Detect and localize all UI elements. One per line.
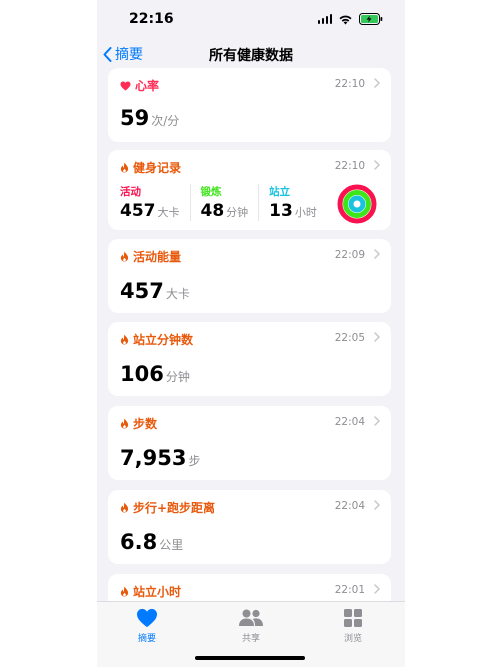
chevron-right-icon — [374, 249, 380, 259]
move-label: 活动 — [120, 186, 141, 198]
people-icon — [239, 609, 263, 626]
flame-icon — [120, 418, 129, 429]
card-header: 站立小时 — [120, 583, 181, 600]
cellular-signal-icon — [317, 14, 332, 24]
card-value: 457 大卡 — [120, 279, 190, 303]
card-header: 步数 — [120, 415, 157, 432]
move-stat: 活动 457 大卡 — [120, 184, 191, 221]
chevron-right-icon — [374, 500, 380, 510]
card-title: 站立小时 — [133, 585, 182, 599]
value-number: 48 — [200, 201, 225, 221]
card-time: 22:01 — [334, 584, 365, 596]
card-title: 心率 — [135, 79, 160, 93]
chevron-right-icon — [374, 416, 380, 426]
chevron-right-icon — [374, 160, 380, 170]
card-time: 22:09 — [334, 249, 365, 261]
flame-icon — [120, 162, 129, 173]
value-number: 457 — [120, 201, 156, 221]
tab-label: 共享 — [241, 634, 260, 644]
value-unit: 步 — [188, 454, 201, 468]
card-value: 106 分钟 — [120, 362, 190, 386]
activity-rings-card[interactable]: 健身记录 22:10 活动 457 大卡 锻炼 48 分钟 站立 13 小时 — [108, 150, 391, 230]
heart-icon — [120, 80, 131, 91]
tab-label: 摘要 — [137, 634, 156, 644]
flame-icon — [120, 586, 129, 597]
exercise-label: 锻炼 — [200, 186, 222, 198]
card-header: 站立分钟数 — [120, 331, 193, 348]
tab-summary[interactable]: 摘要 — [117, 608, 177, 644]
card-time: 22:04 — [334, 500, 365, 512]
home-indicator[interactable] — [195, 656, 305, 660]
card-title: 活动能量 — [133, 250, 182, 264]
flame-icon — [120, 502, 129, 513]
card-title: 站立分钟数 — [133, 333, 194, 347]
activity-rings-icon — [337, 184, 377, 224]
card-value: 6.8 公里 — [120, 530, 183, 554]
heart-rate-card[interactable]: 心率 22:10 59 次/分 — [108, 68, 391, 142]
card-header: 活动能量 — [120, 248, 181, 265]
walking-running-distance-card[interactable]: 步行+跑步距离 22:04 6.8 公里 — [108, 490, 391, 564]
active-energy-card[interactable]: 活动能量 22:09 457 大卡 — [108, 239, 391, 313]
card-title: 健身记录 — [133, 161, 182, 175]
value-number: 457 — [120, 279, 164, 303]
card-time: 22:10 — [334, 160, 365, 172]
card-title: 步行+跑步距离 — [133, 501, 216, 515]
page-title: 所有健康数据 — [209, 48, 293, 64]
value-number: 59 — [120, 106, 150, 130]
tab-browse[interactable]: 浏览 — [323, 608, 383, 644]
grid-icon — [344, 609, 362, 627]
card-time: 22:10 — [334, 78, 365, 90]
flame-icon — [120, 334, 129, 345]
card-time: 22:05 — [334, 332, 365, 344]
move-value: 457 大卡 — [120, 201, 180, 221]
card-header: 心率 — [120, 77, 159, 94]
value-unit: 大卡 — [165, 287, 190, 301]
status-icons — [317, 13, 384, 25]
value-unit: 公里 — [159, 538, 184, 552]
value-unit: 分钟 — [226, 206, 249, 219]
exercise-stat: 锻炼 48 分钟 — [201, 184, 260, 221]
value-unit: 次/分 — [151, 114, 180, 128]
card-value: 7,953 步 — [120, 446, 200, 470]
wifi-icon — [338, 14, 353, 25]
status-bar: 22:16 — [97, 0, 405, 38]
tab-bar: 摘要 共享 浏览 — [97, 601, 405, 667]
stand-stat: 站立 13 小时 — [269, 184, 327, 221]
battery-charging-icon — [359, 13, 383, 25]
value-unit: 大卡 — [157, 206, 180, 219]
chevron-right-icon — [374, 332, 380, 342]
value-number: 7,953 — [120, 446, 187, 470]
value-number: 13 — [269, 201, 293, 221]
activity-stats: 活动 457 大卡 锻炼 48 分钟 站立 13 小时 — [120, 184, 337, 221]
card-header: 健身记录 — [120, 159, 181, 176]
navigation-bar: 摘要 所有健康数据 — [97, 38, 405, 72]
tab-sharing[interactable]: 共享 — [221, 608, 281, 644]
stand-value: 13 小时 — [269, 201, 317, 221]
flame-icon — [120, 251, 129, 262]
stand-label: 站立 — [269, 186, 291, 198]
tab-label: 浏览 — [343, 634, 362, 644]
card-title: 步数 — [133, 417, 158, 431]
status-time: 22:16 — [129, 11, 174, 27]
steps-card[interactable]: 步数 22:04 7,953 步 — [108, 406, 391, 480]
card-header: 步行+跑步距离 — [120, 499, 215, 516]
value-number: 6.8 — [120, 530, 158, 554]
heart-icon — [137, 608, 157, 628]
chevron-right-icon — [374, 78, 380, 88]
chevron-right-icon — [374, 584, 380, 594]
value-unit: 分钟 — [165, 370, 190, 384]
health-app-screen: 22:16 摘要 所有健康数据 心率 22:10 59 次/分 健身记录 22:… — [97, 0, 405, 667]
value-unit: 小时 — [294, 206, 317, 219]
card-value: 59 次/分 — [120, 106, 179, 130]
card-time: 22:04 — [334, 416, 365, 428]
stand-minutes-card[interactable]: 站立分钟数 22:05 106 分钟 — [108, 322, 391, 396]
value-number: 106 — [120, 362, 164, 386]
exercise-value: 48 分钟 — [201, 201, 249, 221]
